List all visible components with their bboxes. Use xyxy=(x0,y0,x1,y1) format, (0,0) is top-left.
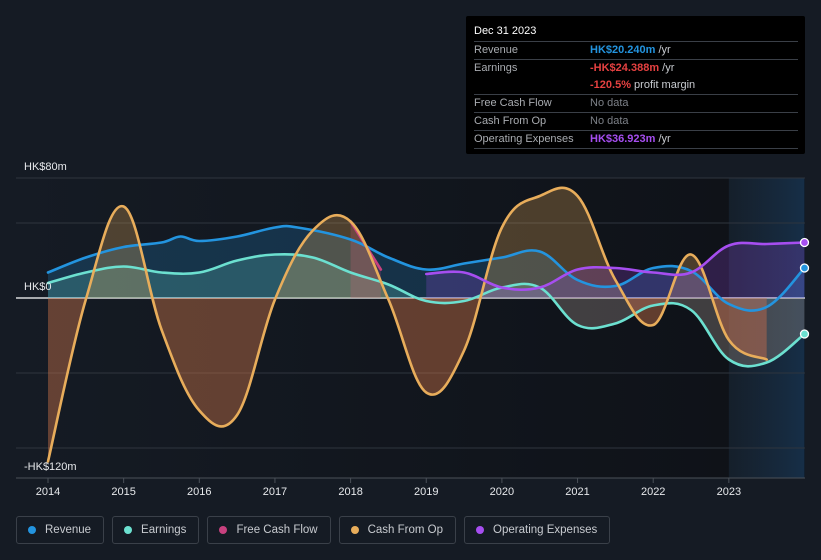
x-tick-label: 2014 xyxy=(36,486,60,498)
tooltip-row-value: HK$20.240m /yr xyxy=(590,42,671,59)
legend-dot-icon xyxy=(124,526,133,534)
tooltip-value-number: -HK$24.388m xyxy=(590,62,660,74)
tooltip-value-suffix: No data xyxy=(590,115,629,127)
tooltip-value-suffix: /yr xyxy=(659,62,675,74)
legend-label: Earnings xyxy=(141,524,187,536)
x-tick-label: 2015 xyxy=(111,486,135,498)
x-tick-label: 2023 xyxy=(717,486,741,498)
revenue-end-marker xyxy=(799,263,810,273)
legend-dot-icon xyxy=(476,526,485,534)
tooltip-value-number: HK$20.240m xyxy=(590,44,656,56)
tooltip-row: Operating Expenses HK$36.923m /yr xyxy=(474,130,798,148)
tooltip-row: Earnings -HK$24.388m /yr xyxy=(474,59,798,77)
tooltip-row: -120.5% profit margin xyxy=(474,77,798,94)
earnings-end-marker xyxy=(799,329,810,339)
legend-item-earnings[interactable]: Earnings xyxy=(112,516,200,544)
legend-label: Cash From Op xyxy=(367,524,444,536)
tooltip-date: Dec 31 2023 xyxy=(474,25,537,37)
legend-item-cash-from-op[interactable]: Cash From Op xyxy=(338,516,457,544)
tooltip-value-suffix: profit margin xyxy=(630,79,696,91)
legend-dot-icon xyxy=(350,526,359,534)
tooltip-value-suffix: No data xyxy=(590,97,629,109)
x-tick-label: 2022 xyxy=(641,486,665,498)
tooltip-row-value: -120.5% profit margin xyxy=(590,77,695,94)
x-tick-label: 2021 xyxy=(565,486,589,498)
tooltip-value-number: -120.5% xyxy=(590,79,631,91)
tooltip-row-label xyxy=(474,77,590,94)
tooltip-row-value: No data xyxy=(590,113,629,130)
x-tick-label: 2016 xyxy=(187,486,211,498)
legend-dot-icon xyxy=(219,526,228,534)
legend-label: Free Cash Flow xyxy=(236,524,318,536)
y-tick-label: HK$0 xyxy=(24,281,52,293)
y-tick-label: HK$80m xyxy=(24,161,67,173)
tooltip-row-value: No data xyxy=(590,95,629,112)
tooltip-row: Revenue HK$20.240m /yr xyxy=(474,41,798,59)
legend-item-operating-expenses[interactable]: Operating Expenses xyxy=(464,516,611,544)
operating-expenses-end-marker xyxy=(799,237,810,248)
tooltip-row-label: Cash From Op xyxy=(474,115,547,127)
legend-dot-icon xyxy=(28,526,36,534)
tooltip-row: Free Cash Flow No data xyxy=(474,94,798,112)
x-tick-label: 2019 xyxy=(414,486,438,498)
tooltip-row-label: Free Cash Flow xyxy=(474,97,552,109)
tooltip-value-suffix: /yr xyxy=(655,133,671,145)
legend-label: Revenue xyxy=(45,524,92,536)
tooltip-row: Cash From Op No data xyxy=(474,112,798,130)
x-tick-label: 2020 xyxy=(490,486,514,498)
tooltip-value-suffix: /yr xyxy=(655,44,671,56)
legend-label: Operating Expenses xyxy=(493,524,598,536)
legend-item-free-cash-flow[interactable]: Free Cash Flow xyxy=(207,516,331,544)
x-tick-label: 2017 xyxy=(263,486,287,498)
y-tick-label: -HK$120m xyxy=(24,461,77,473)
x-tick-label: 2018 xyxy=(338,486,362,498)
tooltip-value-number: HK$36.923m xyxy=(590,133,656,145)
tooltip-row-value: HK$36.923m /yr xyxy=(590,131,671,148)
chart-legend: Revenue Earnings Free Cash Flow Cash From O… xyxy=(16,516,611,544)
tooltip-row-value: -HK$24.388m /yr xyxy=(590,60,674,77)
tooltip-row-label: Revenue xyxy=(474,44,519,56)
tooltip-row-label: Operating Expenses xyxy=(474,133,574,145)
legend-item-revenue[interactable]: Revenue xyxy=(16,516,105,544)
tooltip-row-label: Earnings xyxy=(474,62,518,74)
tooltip-panel: Dec 31 2023 Revenue HK$20.240m /yr Earning… xyxy=(466,16,805,154)
